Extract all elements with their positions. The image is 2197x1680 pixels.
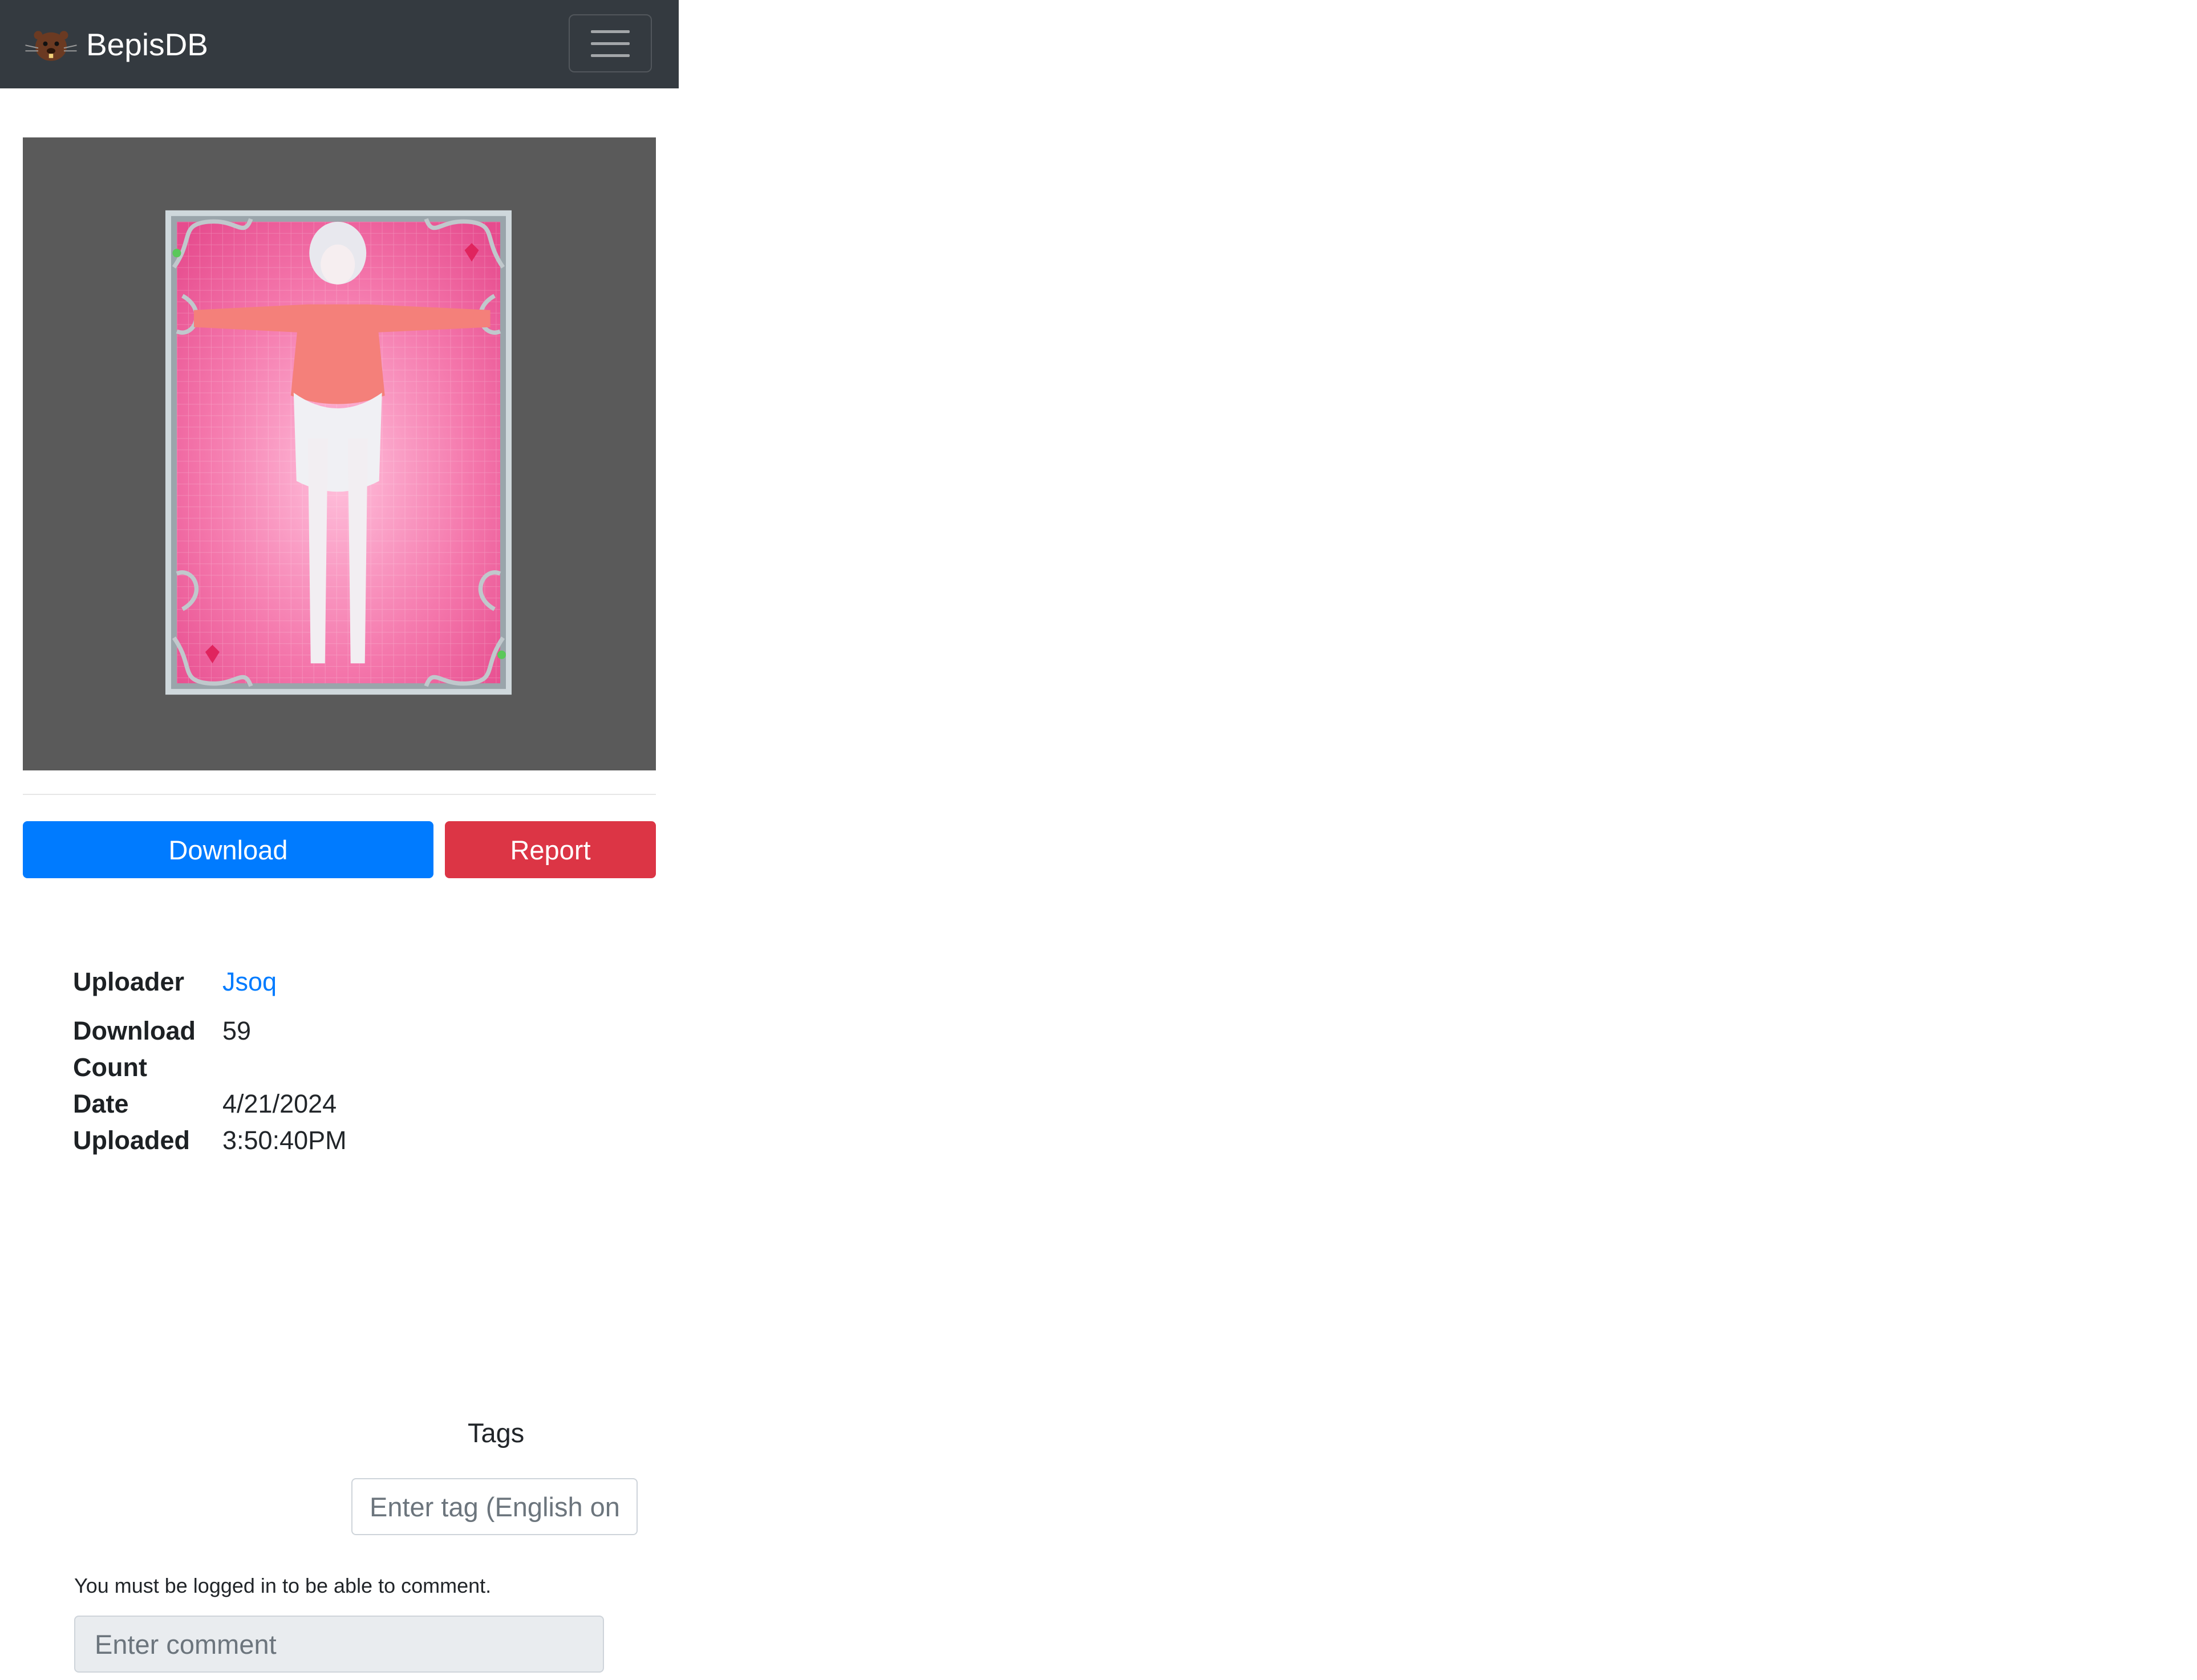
date-uploaded-value: 4/21/2024 [222, 1089, 337, 1118]
download-button[interactable]: Download [23, 821, 433, 878]
time-uploaded-value: 3:50:40PM [222, 1126, 347, 1155]
brand-link[interactable]: BepisDB [24, 22, 208, 67]
login-required-note: You must be logged in to be able to comm… [74, 1574, 492, 1597]
card-preview [23, 137, 656, 770]
tag-input[interactable] [351, 1478, 638, 1535]
download-count-label: Download [73, 1016, 196, 1045]
uploader-label: Uploader [73, 967, 185, 996]
character-card-image [165, 210, 512, 695]
tags-heading: Tags [468, 1418, 525, 1448]
divider [23, 794, 656, 795]
navbar: BepisDB [0, 0, 679, 88]
beaver-logo-icon [25, 31, 77, 61]
hamburger-menu-icon [591, 30, 630, 33]
report-button[interactable]: Report [445, 821, 656, 878]
hamburger-menu-icon-bar [591, 54, 630, 57]
comment-input[interactable] [74, 1616, 604, 1673]
hamburger-menu-icon-bar [591, 42, 630, 45]
date-uploaded-label: Date [73, 1089, 129, 1118]
navbar-toggle-button[interactable] [569, 14, 652, 72]
uploader-link[interactable]: Jsoq [222, 964, 277, 1000]
download-count-label-line2: Count [73, 1053, 147, 1082]
date-uploaded-label-line2: Uploaded [73, 1126, 190, 1155]
brand-name: BepisDB [86, 26, 208, 62]
download-count-value: 59 [222, 1016, 252, 1045]
page: BepisDB Download Report Uploader Jsoq Do… [0, 0, 2197, 1680]
